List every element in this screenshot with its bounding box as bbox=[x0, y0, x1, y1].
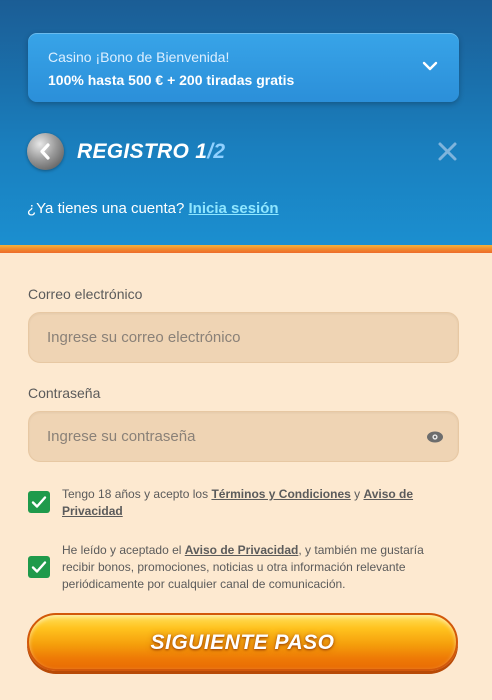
email-field[interactable] bbox=[29, 313, 458, 362]
marketing-prefix: He leído y aceptado el bbox=[62, 543, 185, 557]
bonus-title: Casino ¡Bono de Bienvenida! bbox=[48, 49, 230, 65]
login-link[interactable]: Inicia sesión bbox=[189, 200, 279, 217]
terms-link[interactable]: Términos y Condiciones bbox=[211, 487, 350, 501]
privacy-link-2[interactable]: Aviso de Privacidad bbox=[185, 543, 299, 557]
page-title: REGISTRO 1/2 bbox=[77, 140, 225, 164]
step-indicator: /2 bbox=[207, 140, 226, 163]
login-prompt: ¿Ya tienes una cuenta? Inicia sesión bbox=[27, 200, 279, 217]
check-icon bbox=[31, 496, 47, 508]
eye-icon[interactable] bbox=[426, 428, 444, 446]
marketing-consent-checkbox[interactable] bbox=[28, 556, 50, 578]
age-terms-text: Tengo 18 años y acepto los Términos y Co… bbox=[62, 486, 422, 520]
chevron-left-icon bbox=[40, 143, 50, 160]
bonus-offer: 100% hasta 500 € + 200 tiradas gratis bbox=[48, 72, 295, 88]
next-step-label: SIGUIENTE PASO bbox=[150, 631, 335, 654]
age-terms-middle: y bbox=[350, 487, 364, 501]
password-label: Contraseña bbox=[28, 385, 101, 401]
close-icon[interactable] bbox=[437, 141, 458, 162]
header-divider bbox=[0, 245, 492, 253]
password-field-wrapper bbox=[28, 411, 459, 462]
marketing-consent-text: He leído y aceptado el Aviso de Privacid… bbox=[62, 542, 434, 593]
email-label: Correo electrónico bbox=[28, 286, 143, 302]
check-icon bbox=[31, 561, 47, 573]
title-text: REGISTRO 1 bbox=[77, 140, 208, 163]
chevron-down-icon bbox=[422, 61, 438, 71]
next-step-button[interactable]: SIGUIENTE PASO bbox=[27, 613, 458, 671]
bonus-dropdown[interactable]: Casino ¡Bono de Bienvenida! 100% hasta 5… bbox=[28, 33, 459, 102]
back-button[interactable] bbox=[27, 133, 64, 170]
password-field[interactable] bbox=[29, 412, 458, 461]
email-field-wrapper bbox=[28, 312, 459, 363]
age-terms-prefix: Tengo 18 años y acepto los bbox=[62, 487, 212, 501]
age-terms-checkbox[interactable] bbox=[28, 491, 50, 513]
login-prompt-text: ¿Ya tienes una cuenta? bbox=[27, 200, 185, 217]
